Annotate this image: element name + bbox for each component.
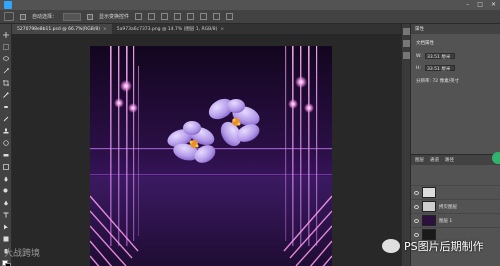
auto-select-checkbox[interactable] — [20, 13, 26, 20]
properties-header: 属性 — [411, 24, 500, 34]
eye-icon[interactable] — [414, 232, 419, 237]
close-button[interactable]: ✕ — [491, 1, 496, 8]
color-panel-icon[interactable] — [403, 40, 410, 47]
ps-logo-icon[interactable] — [4, 1, 12, 9]
pen-tool-icon[interactable] — [3, 200, 9, 206]
adjustments-panel-icon[interactable] — [403, 52, 410, 59]
document-tabs: 5270798e8b11.psd @ 66.7%(RGB/8) × 5a973a6… — [12, 24, 401, 34]
healing-brush-icon[interactable] — [3, 104, 9, 110]
quick-select-icon[interactable] — [3, 68, 9, 74]
move-tool-icon[interactable] — [3, 32, 9, 38]
tab-layers[interactable]: 图层 — [415, 157, 424, 163]
layer-row[interactable]: 图层 1 — [411, 213, 500, 227]
history-brush-icon[interactable] — [3, 140, 9, 146]
document-properties-label: 文档属性 — [416, 41, 434, 46]
properties-panel: 属性 文档属性 W: 33.51 厘米 H: 33.51 厘米 分辨率: 72 … — [410, 24, 500, 154]
watermark-right: PS图片后期制作 — [382, 238, 484, 254]
tab-paths[interactable]: 路径 — [445, 157, 454, 163]
show-transform-label: 显示变换控件 — [99, 14, 130, 20]
tab-document-1[interactable]: 5270798e8b11.psd @ 66.7%(RGB/8) × — [12, 24, 112, 34]
align-center-icon[interactable] — [148, 13, 156, 20]
tab-channels[interactable]: 通道 — [430, 157, 439, 163]
maximize-button[interactable]: □ — [477, 1, 483, 8]
collapsed-panel-strip — [401, 24, 410, 266]
tab-label: 5a973a6c7373.png @ 14.7% (图层 1, RGB/8) — [116, 27, 218, 32]
align-middle-icon[interactable] — [187, 13, 195, 20]
crop-tool-icon[interactable] — [3, 80, 9, 86]
layer-thumbnail — [422, 215, 436, 226]
resolution-label: 分辨率: 72 像素/英寸 — [416, 79, 460, 84]
dodge-tool-icon[interactable] — [3, 188, 9, 194]
layer-thumbnail — [422, 201, 436, 212]
eyedropper-icon[interactable] — [3, 92, 9, 98]
tab-document-2[interactable]: 5a973a6c7373.png @ 14.7% (图层 1, RGB/8) × — [112, 24, 229, 34]
menu-bar: – □ ✕ — [0, 0, 500, 10]
minimize-button[interactable]: – — [466, 1, 469, 8]
align-top-icon[interactable] — [174, 13, 182, 20]
close-tab-icon[interactable]: × — [220, 27, 224, 32]
move-tool-preset-icon[interactable] — [4, 12, 14, 21]
eye-icon[interactable] — [414, 204, 419, 209]
path-select-icon[interactable] — [3, 224, 9, 230]
tools-panel — [0, 24, 12, 266]
wechat-icon — [382, 239, 400, 253]
lasso-tool-icon[interactable] — [3, 56, 9, 62]
close-tab-icon[interactable]: × — [103, 27, 107, 32]
layers-tabs: 图层 通道 路径 — [411, 155, 500, 165]
width-value: 33.51 厘米 — [427, 55, 451, 60]
align-bottom-icon[interactable] — [200, 13, 208, 20]
layer-thumbnail — [422, 187, 436, 198]
eraser-icon[interactable] — [3, 152, 9, 158]
tab-label: 5270798e8b11.psd @ 66.7%(RGB/8) — [17, 26, 100, 32]
layer-name: 图层 1 — [439, 218, 453, 224]
gradient-tool-icon[interactable] — [3, 164, 9, 170]
width-label: W: — [416, 54, 422, 59]
auto-select-dropdown[interactable] — [63, 12, 82, 21]
document-workspace[interactable] — [12, 34, 401, 266]
shape-tool-icon[interactable] — [3, 236, 9, 242]
layer-row[interactable] — [411, 185, 500, 199]
blur-tool-icon[interactable] — [3, 176, 9, 182]
show-transform-checkbox[interactable] — [87, 13, 94, 20]
3d-mode-icon[interactable] — [226, 13, 234, 20]
eye-icon[interactable] — [414, 218, 419, 223]
history-panel-icon[interactable] — [403, 28, 410, 35]
height-value: 33.51 厘米 — [427, 67, 451, 72]
type-tool-icon[interactable] — [3, 212, 9, 218]
distribute-icon[interactable] — [213, 13, 221, 20]
align-left-icon[interactable] — [135, 13, 143, 20]
floating-assistant-button[interactable] — [492, 152, 500, 164]
brush-icon[interactable] — [3, 116, 9, 122]
align-right-icon[interactable] — [161, 13, 169, 20]
options-bar: 自动选择： 显示变换控件 — [0, 10, 500, 24]
marquee-tool-icon[interactable] — [3, 44, 9, 50]
canvas-image[interactable] — [90, 46, 332, 266]
properties-title: 属性 — [415, 27, 424, 32]
auto-select-label: 自动选择： — [32, 14, 58, 20]
watermark-right-text: PS图片后期制作 — [404, 240, 484, 253]
eye-icon[interactable] — [414, 190, 419, 195]
clone-stamp-icon[interactable] — [3, 128, 9, 134]
layer-row[interactable]: 拷贝图层 — [411, 199, 500, 213]
window-controls: – □ ✕ — [466, 1, 496, 8]
height-label: H: — [416, 66, 421, 71]
watermark-left: 大战跨境 — [4, 249, 41, 259]
layer-name: 拷贝图层 — [439, 204, 457, 210]
